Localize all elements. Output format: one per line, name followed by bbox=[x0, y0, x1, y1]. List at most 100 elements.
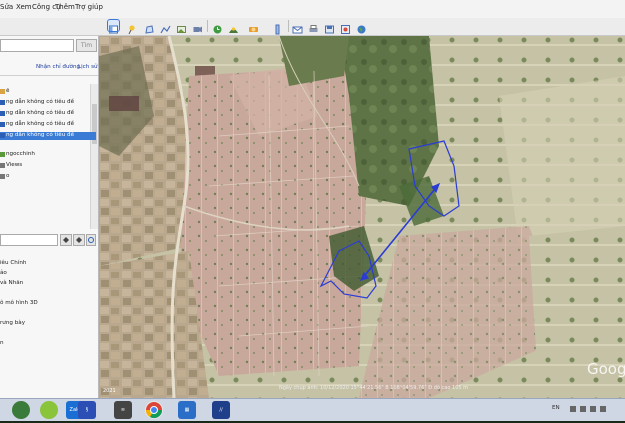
path-icon bbox=[0, 163, 5, 168]
satellite-map[interactable]: Google 2021 Ngày chụp ảnh: 10/12/2020 15… bbox=[99, 36, 625, 398]
image-overlay-button[interactable] bbox=[176, 20, 187, 33]
historical-imagery-button[interactable] bbox=[212, 20, 223, 34]
taskbar-app-4[interactable]: § bbox=[78, 401, 96, 419]
toolbar-separator bbox=[288, 20, 289, 32]
add-path-button[interactable] bbox=[160, 20, 171, 34]
places-item[interactable]: Views bbox=[0, 162, 96, 170]
record-tour-button[interactable] bbox=[192, 20, 203, 33]
places-nav-row bbox=[0, 233, 98, 246]
status-bar: Ngày chụp ảnh: 10/12/2020 15°44'21.56" B… bbox=[279, 385, 469, 391]
chrome-icon bbox=[145, 402, 163, 419]
print-button[interactable] bbox=[308, 20, 319, 32]
move-down-button[interactable] bbox=[73, 234, 85, 246]
layer-item[interactable]: rưng bày bbox=[0, 320, 96, 328]
app-8-icon: ∕∕ bbox=[219, 407, 223, 413]
layer-item-label: iêu Chính bbox=[0, 260, 27, 266]
switch-planet-button[interactable] bbox=[248, 20, 259, 32]
search-button[interactable]: Tìm bbox=[76, 39, 97, 52]
refresh-button[interactable] bbox=[86, 234, 96, 246]
layer-item[interactable] bbox=[0, 330, 96, 338]
print-icon bbox=[309, 25, 318, 32]
hide-sidebar-button[interactable] bbox=[107, 19, 120, 34]
places-item-label: ng dẫn không có tiêu đề bbox=[6, 99, 75, 105]
places-item[interactable]: ng dẫn không có tiêu đề bbox=[0, 121, 96, 129]
places-item-label: o bbox=[6, 173, 10, 179]
places-item[interactable]: o bbox=[0, 173, 96, 181]
save-image-icon bbox=[325, 25, 334, 34]
planet-icon bbox=[249, 27, 258, 32]
chrome-button[interactable] bbox=[145, 401, 163, 419]
menu-add[interactable]: Thêm bbox=[55, 3, 75, 11]
layer-item[interactable]: ảo bbox=[0, 270, 96, 278]
sunlight-button[interactable] bbox=[228, 20, 239, 33]
path-icon bbox=[160, 25, 171, 34]
image-overlay-icon bbox=[177, 26, 186, 33]
taskbar-app-1[interactable] bbox=[12, 401, 30, 419]
tray-language[interactable]: EN bbox=[552, 405, 560, 411]
ruler-button[interactable] bbox=[272, 20, 283, 35]
layer-item-label: ảo bbox=[0, 270, 7, 276]
tab-directions[interactable]: Nhận chỉ đường bbox=[36, 64, 80, 70]
layer-item-label: ô mô hình 3D bbox=[0, 300, 38, 306]
path-icon bbox=[0, 100, 5, 105]
add-placemark-button[interactable] bbox=[126, 20, 137, 35]
menu-help[interactable]: Trợ giúp bbox=[75, 3, 103, 11]
layer-item-label: và Nhãn bbox=[0, 280, 24, 286]
app-5-icon: ≋ bbox=[120, 407, 126, 413]
menu-edit[interactable]: Sửa bbox=[0, 3, 13, 11]
app-4-icon: § bbox=[85, 407, 89, 413]
app-7-icon: ▦ bbox=[184, 407, 190, 413]
layer-item[interactable] bbox=[0, 290, 96, 298]
places-item-label: ngocchinh bbox=[6, 151, 35, 157]
clock-icon bbox=[213, 25, 222, 34]
refresh-icon bbox=[88, 237, 94, 243]
diamond-up-icon bbox=[63, 237, 69, 243]
email-button[interactable] bbox=[292, 20, 303, 34]
add-polygon-button[interactable] bbox=[144, 20, 155, 34]
layer-item-label: rưng bày bbox=[0, 320, 26, 326]
layer-item[interactable]: và Nhãn bbox=[0, 280, 96, 288]
tray-icons[interactable] bbox=[570, 405, 618, 413]
sidebar: Tìm Nhận chỉ đường Lịch sử ẽ ng dẫn không… bbox=[0, 36, 99, 398]
diamond-down-icon bbox=[76, 237, 82, 243]
toolbar bbox=[0, 18, 625, 36]
menu-bar: Sửa Xem Công cụ Thêm Trợ giúp bbox=[0, 0, 625, 19]
path-icon bbox=[0, 133, 5, 138]
places-item[interactable]: ngocchinh bbox=[0, 151, 96, 159]
layer-item[interactable] bbox=[0, 310, 96, 318]
places-item[interactable]: ẽ bbox=[0, 88, 96, 96]
places-item[interactable]: ng dẫn không có tiêu đề bbox=[0, 99, 96, 107]
layer-item[interactable]: iêu Chính bbox=[0, 260, 96, 268]
path-icon bbox=[0, 111, 5, 116]
globe-icon bbox=[357, 25, 366, 34]
earth-gallery-button[interactable] bbox=[356, 20, 367, 34]
save-image-button[interactable] bbox=[324, 20, 335, 34]
view-in-maps-button[interactable] bbox=[340, 20, 351, 34]
taskbar-app-2[interactable] bbox=[40, 401, 58, 419]
taskbar-app-7[interactable]: ▦ bbox=[178, 401, 196, 419]
sidebar-icon bbox=[109, 25, 118, 34]
imagery-year: 2021 bbox=[103, 388, 116, 394]
places-search-field[interactable] bbox=[0, 234, 58, 246]
sidebar-tabs: Nhận chỉ đường Lịch sử bbox=[0, 64, 98, 76]
record-tour-icon bbox=[193, 26, 202, 33]
taskbar-app-8[interactable]: ∕∕ bbox=[212, 401, 230, 419]
tab-history[interactable]: Lịch sử bbox=[78, 64, 98, 70]
places-item[interactable]: ng dẫn không có tiêu đề bbox=[0, 110, 96, 118]
places-item-label: ẽ bbox=[6, 88, 10, 94]
taskbar: Zalo § ≋ ▦ ∕∕ EN bbox=[0, 398, 625, 421]
taskbar-app-5[interactable]: ≋ bbox=[114, 401, 132, 419]
search-input[interactable] bbox=[0, 39, 74, 52]
path-icon bbox=[0, 174, 5, 179]
places-item[interactable]: ng dẫn không có tiêu đề bbox=[0, 132, 96, 140]
layer-item[interactable]: n bbox=[0, 340, 96, 348]
layer-item[interactable]: ô mô hình 3D bbox=[0, 300, 96, 308]
maps-icon bbox=[341, 25, 350, 34]
places-item-label: Views bbox=[6, 162, 23, 168]
layer-item-label: n bbox=[0, 340, 4, 346]
places-item-label: ng dẫn không có tiêu đề bbox=[6, 132, 75, 138]
google-watermark: Google bbox=[587, 360, 625, 378]
move-up-button[interactable] bbox=[60, 234, 72, 246]
places-item-label: ng dẫn không có tiêu đề bbox=[6, 121, 75, 127]
menu-view[interactable]: Xem bbox=[16, 3, 32, 11]
